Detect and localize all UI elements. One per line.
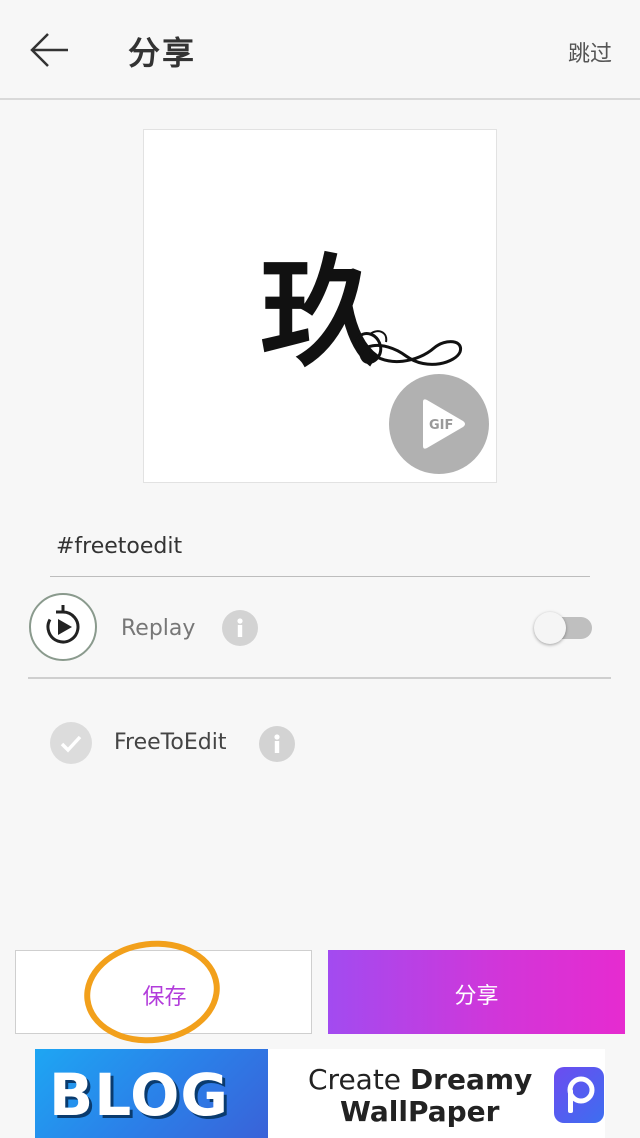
ad-blog-panel: BLOG: [35, 1049, 268, 1138]
replay-icon[interactable]: [29, 593, 97, 661]
replay-toggle[interactable]: [534, 612, 592, 644]
image-preview-card: 玖 GIF: [143, 129, 497, 483]
save-button[interactable]: 保存: [15, 950, 312, 1034]
caption-underline: [50, 576, 590, 577]
replay-label: Replay: [121, 616, 196, 641]
free-to-edit-info-icon[interactable]: [259, 726, 295, 762]
gif-badge: GIF: [429, 418, 453, 433]
share-button-label: 分享: [454, 984, 499, 1009]
app-logo-icon: [554, 1067, 604, 1123]
divider: [28, 677, 611, 679]
ad-banner[interactable]: BLOG Create Dreamy WallPaper: [35, 1049, 605, 1138]
free-to-edit-label: FreeToEdit: [114, 730, 227, 755]
ad-headline-bold: Dreamy: [409, 1063, 533, 1096]
skip-button[interactable]: 跳过: [568, 36, 612, 68]
page-title: 分享: [128, 34, 197, 72]
ad-blog-text: BLOG: [49, 1061, 230, 1129]
caption-text[interactable]: #freetoedit: [56, 534, 182, 559]
ad-subheadline: WallPaper: [340, 1095, 500, 1128]
top-bar: 分享 跳过: [0, 0, 640, 100]
gif-play-button[interactable]: GIF: [389, 374, 489, 474]
ad-headline-prefix: Create: [308, 1063, 410, 1096]
share-button[interactable]: 分享: [328, 950, 625, 1034]
replay-info-icon[interactable]: [222, 610, 258, 646]
checkmark-icon[interactable]: [50, 722, 92, 764]
image-preview[interactable]: 玖 GIF: [156, 142, 489, 474]
save-button-label: 保存: [142, 985, 187, 1010]
toggle-knob: [534, 612, 566, 644]
ad-headline: Create Dreamy: [308, 1063, 532, 1096]
artwork-glyph: 玖: [260, 242, 380, 383]
back-arrow-icon[interactable]: [28, 30, 72, 70]
